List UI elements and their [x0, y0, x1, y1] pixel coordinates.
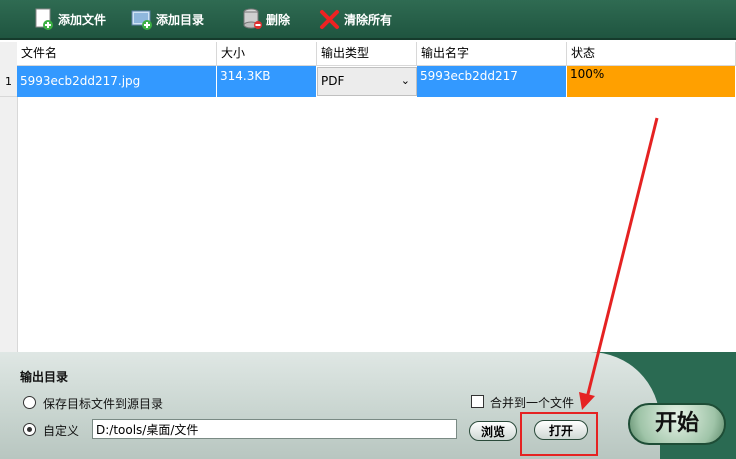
add-file-label: 添加文件	[58, 12, 107, 27]
table-row[interactable]: 1 5993ecb2dd217.jpg 314.3KB PDF ⌄ 5993ec…	[0, 66, 736, 97]
radio-save-to-source-label[interactable]: 保存目标文件到源目录	[43, 395, 163, 412]
merge-checkbox-label[interactable]: 合并到一个文件	[490, 394, 574, 411]
column-header-output-type[interactable]: 输出类型	[317, 42, 417, 65]
column-header-file-name[interactable]: 文件名	[17, 42, 217, 65]
add-folder-icon	[130, 7, 154, 31]
radio-custom-label[interactable]: 自定义	[43, 422, 79, 439]
column-header-status[interactable]: 状态	[567, 42, 736, 65]
output-type-value: PDF	[321, 74, 345, 88]
radio-custom[interactable]	[23, 423, 36, 436]
merge-checkbox[interactable]	[471, 395, 484, 408]
column-header-size[interactable]: 大小	[217, 42, 317, 65]
cell-status: 100%	[567, 66, 736, 97]
browse-button[interactable]: 浏览	[469, 421, 517, 441]
cell-file-name[interactable]: 5993ecb2dd217.jpg	[17, 66, 217, 97]
start-button[interactable]: 开始	[628, 403, 726, 445]
toolbar: 添加文件 添加目录 删除 清除所有	[0, 0, 736, 40]
delete-icon	[240, 7, 264, 31]
grid-header: 文件名 大小 输出类型 输出名字 状态	[17, 42, 736, 66]
open-button[interactable]: 打开	[534, 420, 588, 440]
row-number: 1	[0, 66, 17, 97]
cell-output-name[interactable]: 5993ecb2dd217	[417, 66, 567, 97]
output-type-dropdown[interactable]: PDF ⌄	[317, 67, 417, 96]
add-file-button[interactable]: 添加文件	[32, 6, 106, 32]
delete-label: 删除	[266, 12, 291, 27]
clear-all-label: 清除所有	[344, 12, 393, 27]
clear-all-button[interactable]: 清除所有	[318, 6, 392, 32]
add-directory-label: 添加目录	[156, 12, 205, 27]
add-directory-button[interactable]: 添加目录	[130, 6, 204, 32]
column-header-output-name[interactable]: 输出名字	[417, 42, 567, 65]
add-file-icon	[32, 7, 56, 31]
output-panel: 输出目录 保存目标文件到源目录 自定义 D:/tools/桌面/文件 合并到一个…	[0, 352, 736, 459]
cell-size[interactable]: 314.3KB	[217, 66, 317, 97]
file-grid: 文件名 大小 输出类型 输出名字 状态 1 5993ecb2dd217.jpg …	[0, 42, 736, 352]
radio-save-to-source[interactable]	[23, 396, 36, 409]
output-directory-title: 输出目录	[20, 370, 69, 384]
red-x-icon	[318, 7, 342, 31]
chevron-down-icon: ⌄	[400, 74, 410, 87]
output-path-input[interactable]: D:/tools/桌面/文件	[92, 419, 457, 439]
delete-button[interactable]: 删除	[240, 6, 290, 32]
